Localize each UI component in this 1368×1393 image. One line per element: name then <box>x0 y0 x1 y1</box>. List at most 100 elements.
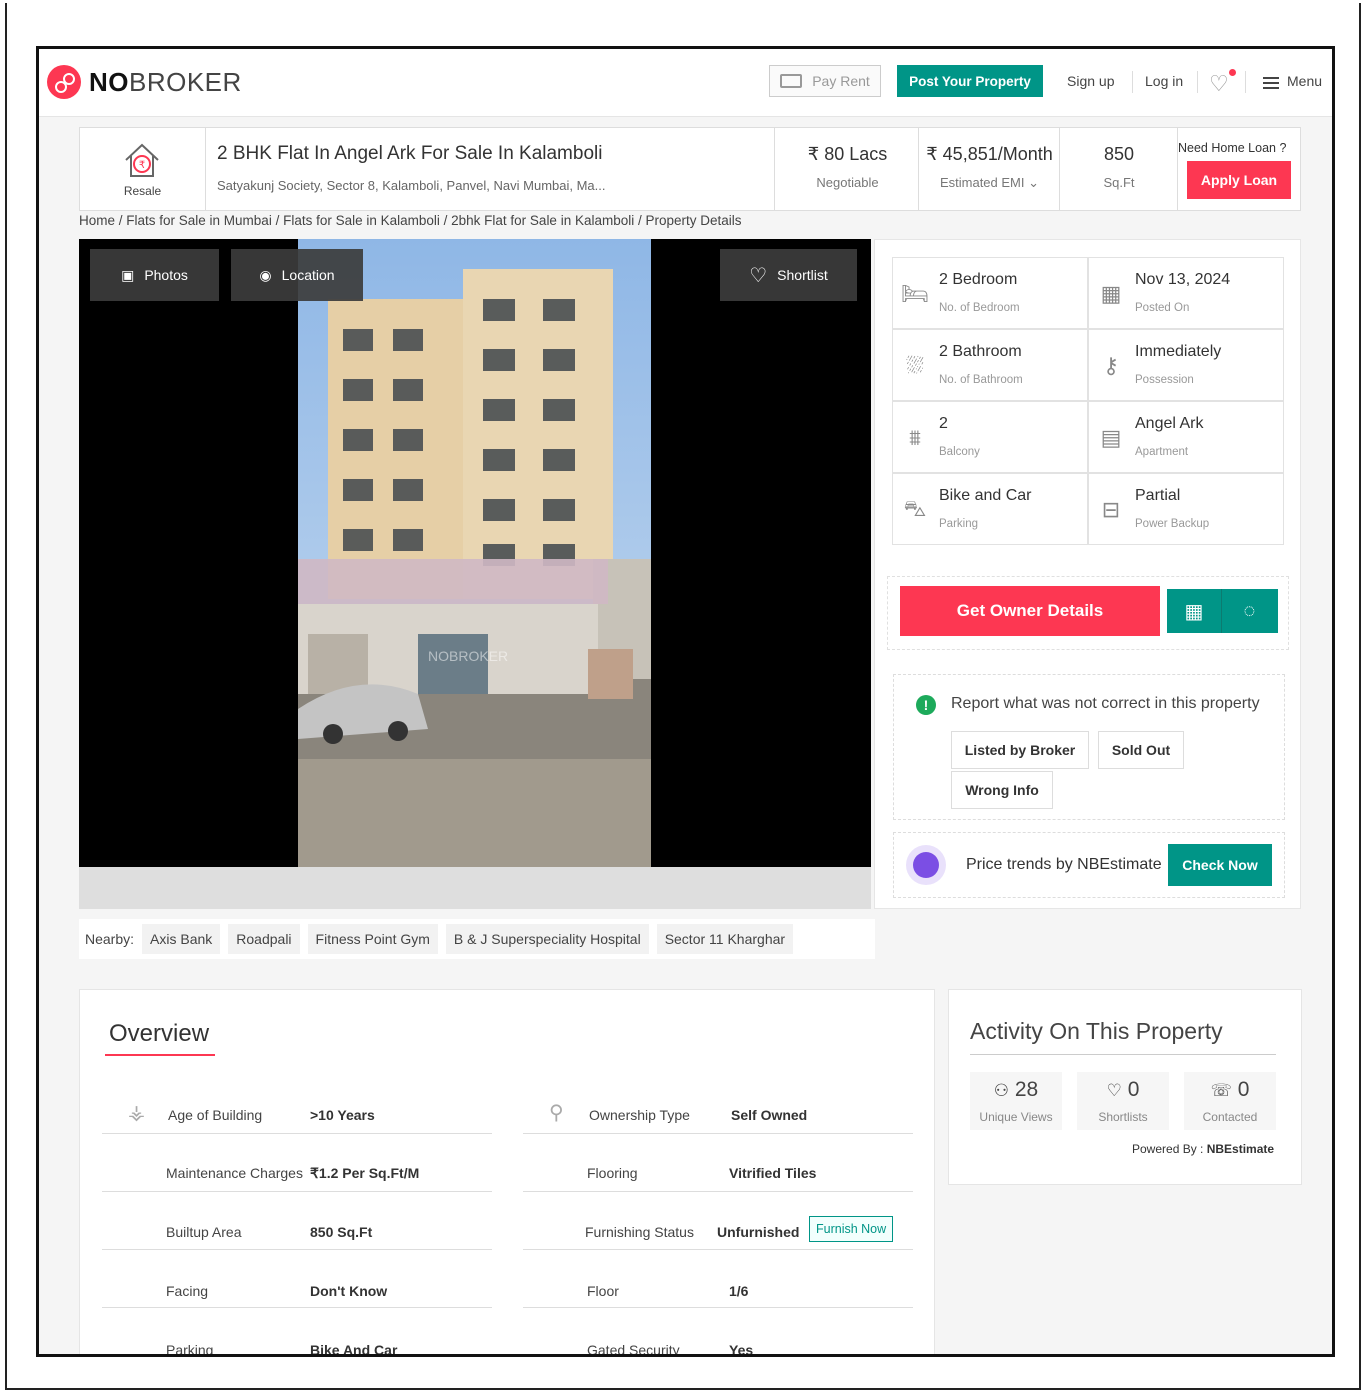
chat-icon[interactable]: ◌ <box>1222 589 1277 633</box>
secondary-actions: ▦ ◌ <box>1167 589 1278 633</box>
furnish-now-button[interactable]: Furnish Now <box>809 1216 894 1242</box>
divider <box>970 1054 1276 1055</box>
photos-button[interactable]: ▣ Photos <box>90 249 219 301</box>
powered-by: Powered By : NBEstimate <box>1132 1142 1275 1156</box>
nearby-chip[interactable]: Sector 11 Kharghar <box>656 924 794 954</box>
photo-gallery[interactable]: NOBROKER ▣ Photos ◉ Location ♡ Shortlist <box>79 239 871 909</box>
overview-row: Flooring Vitrified Tiles <box>523 1134 913 1192</box>
person-icon: ⚇ <box>993 1081 1010 1100</box>
spec-bathroom: ⛆ 2 Bathroom No. of Bathroom <box>892 329 1088 401</box>
divider <box>1132 71 1133 93</box>
credit-card-icon <box>780 74 803 88</box>
alert-icon: ! <box>916 695 936 715</box>
nobroker-logo[interactable]: NOBROKER <box>47 65 242 99</box>
activity-card: Activity On This Property ⚇ 28 Unique Vi… <box>948 989 1302 1185</box>
area-value: 850 <box>1103 144 1135 164</box>
report-section: ! Report what was not correct in this pr… <box>893 674 1285 820</box>
bed-icon: 🛏︎ <box>901 281 929 306</box>
price-note: Negotiable <box>816 175 879 190</box>
log-in-link[interactable]: Log in <box>1145 73 1183 89</box>
report-listed-by-broker[interactable]: Listed by Broker <box>951 731 1089 769</box>
property-photo[interactable]: NOBROKER <box>298 239 651 867</box>
nearby-bar: Nearby: Axis Bank Roadpali Fitness Point… <box>79 919 875 959</box>
price-cell: ₹ 80 Lacs Negotiable <box>774 128 919 210</box>
bathtub-icon: ⛆ <box>906 353 924 378</box>
apply-loan-button[interactable]: Apply Loan <box>1187 161 1291 199</box>
hamburger-menu-icon[interactable] <box>1263 77 1279 79</box>
overview-row: Furnishing Status Unfurnished Furnish No… <box>523 1192 913 1250</box>
emi-note: Estimated EMI ⌄ <box>939 175 1040 190</box>
overview-row: Parking Bike And Car <box>166 1342 398 1357</box>
nobroker-watermark: NOBROKER <box>428 648 508 664</box>
logo-icon <box>47 65 81 99</box>
browser-viewport: NOBROKER Pay Rent Post Your Property Sig… <box>36 46 1335 1357</box>
menu-link[interactable]: Menu <box>1287 73 1322 89</box>
chevron-down-icon: ⌄ <box>1028 175 1040 190</box>
notification-dot <box>1229 69 1236 76</box>
balcony-icon: ⩩ <box>909 425 921 450</box>
shortlist-button[interactable]: ♡ Shortlist <box>720 249 857 301</box>
spec-posted-on: ▦ Nov 13, 2024 Posted On <box>1088 257 1284 329</box>
birthday-cake-icon: ⚶ <box>128 1102 145 1124</box>
nearby-chip[interactable]: Roadpali <box>228 924 300 954</box>
activity-title: Activity On This Property <box>970 1018 1223 1044</box>
shortlist-heart-icon[interactable]: ♡ <box>1209 71 1229 97</box>
overview-row: Builtup Area 850 Sq.Ft <box>102 1192 492 1250</box>
calendar-icon: ▦ <box>1100 281 1122 306</box>
building-icon: ▤ <box>1100 425 1122 450</box>
gallery-viewport: NOBROKER <box>79 239 871 867</box>
nearby-chip[interactable]: B & J Superspeciality Hospital <box>445 924 649 954</box>
get-owner-details-button[interactable]: Get Owner Details <box>900 586 1160 636</box>
price-trends-text: Price trends by NBEstimate <box>966 856 1162 873</box>
logo-text: NOBROKER <box>89 66 242 97</box>
top-header: NOBROKER Pay Rent Post Your Property Sig… <box>39 49 1332 117</box>
resale-label: Resale <box>123 184 162 198</box>
sign-up-link[interactable]: Sign up <box>1067 73 1114 89</box>
schedule-visit-calendar-icon[interactable]: ▦ <box>1167 589 1222 633</box>
nearby-label: Nearby: <box>85 931 135 947</box>
chart-icon <box>906 845 946 885</box>
divider <box>1197 71 1198 93</box>
heart-icon: ♡ <box>749 264 768 287</box>
nearby-chip[interactable]: Axis Bank <box>142 924 221 954</box>
svg-text:₹: ₹ <box>139 160 145 171</box>
price-value: ₹ 80 Lacs <box>807 144 888 164</box>
battery-icon: ⊟ <box>1101 497 1121 522</box>
emi-value: ₹ 45,851/Month <box>926 144 1053 164</box>
report-text: Report what was not correct in this prop… <box>951 695 1260 712</box>
spec-possession: ⚷ Immediately Possession <box>1088 329 1284 401</box>
spec-parking: ⛍ Bike and Car Parking <box>892 473 1088 545</box>
check-now-button[interactable]: Check Now <box>1168 844 1272 886</box>
area-cell: 850 Sq.Ft <box>1060 128 1178 210</box>
area-unit: Sq.Ft <box>1103 175 1135 190</box>
shortlists-stat: ♡ 0 Shortlists <box>1077 1072 1169 1130</box>
overview-row: Maintenance Charges ₹1.2 Per Sq.Ft/M <box>102 1134 492 1192</box>
location-button[interactable]: ◉ Location <box>231 249 363 301</box>
title-underline <box>105 1054 215 1056</box>
overview-row: Gated Security Yes <box>587 1342 754 1357</box>
pay-rent-button[interactable]: Pay Rent <box>769 65 881 97</box>
overview-row: ⚶ Age of Building >10 Years <box>102 1076 492 1134</box>
overview-card: Overview ⚶ Age of Building >10 Years Mai… <box>79 989 935 1357</box>
post-property-button[interactable]: Post Your Property <box>897 65 1043 97</box>
report-wrong-info[interactable]: Wrong Info <box>951 771 1053 809</box>
owner-person-icon: ⚲ <box>549 1102 564 1124</box>
overview-row: ⚲ Ownership Type Self Owned <box>523 1076 913 1134</box>
emi-cell[interactable]: ₹ 45,851/Month Estimated EMI ⌄ <box>919 128 1060 210</box>
need-home-loan-label: Need Home Loan ? <box>1178 141 1287 155</box>
property-title-bar: ₹ Resale 2 BHK Flat In Angel Ark For Sal… <box>79 127 1301 211</box>
resale-badge: ₹ Resale <box>80 128 206 210</box>
spec-balcony: ⩩ 2 Balcony <box>892 401 1088 473</box>
overview-title: Overview <box>109 1020 210 1047</box>
nearby-chip[interactable]: Fitness Point Gym <box>307 924 438 954</box>
breadcrumb[interactable]: Home / Flats for Sale in Mumbai / Flats … <box>79 213 742 228</box>
report-sold-out[interactable]: Sold Out <box>1098 731 1184 769</box>
car-icon: ⛍ <box>903 495 927 521</box>
compass-icon: ◉ <box>259 266 272 283</box>
overview-row: Facing Don't Know <box>102 1250 492 1308</box>
divider <box>1245 71 1246 93</box>
house-rupee-icon: ₹ <box>125 143 159 177</box>
owner-actions: Get Owner Details ▦ ◌ <box>887 576 1289 650</box>
property-title: 2 BHK Flat In Angel Ark For Sale In Kala… <box>217 143 603 164</box>
key-icon: ⚷ <box>1102 353 1120 378</box>
